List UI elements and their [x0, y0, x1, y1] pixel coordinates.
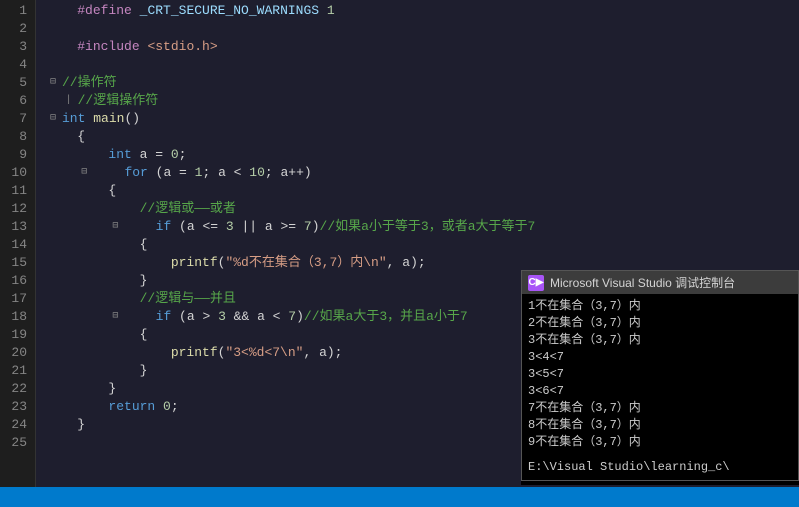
console-prompt-line: E:\Visual Studio\learning_c\	[528, 459, 792, 476]
console-window: C▶ Microsoft Visual Studio 调试控制台 1不在集合（3…	[521, 270, 799, 481]
fold-icon-13[interactable]: ⊟	[108, 220, 122, 234]
fold-icon-5[interactable]: ⊟	[46, 76, 60, 90]
code-line-11: {	[46, 182, 799, 200]
code-line-3: #include <stdio.h>	[46, 38, 799, 56]
code-line-14: {	[46, 236, 799, 254]
fold-icon-6[interactable]: |	[62, 94, 76, 108]
console-line-4: 3<4<7	[528, 349, 792, 366]
code-line-13: ⊟ if (a <= 3 || a >= 7)//如果a小于等于3，或者a大于等…	[46, 218, 799, 236]
fold-icon-18[interactable]: ⊟	[108, 310, 122, 324]
code-line-6: |//逻辑操作符	[46, 92, 799, 110]
console-line-9: 9不在集合（3,7）内	[528, 434, 792, 451]
console-line-2: 2不在集合（3,7）内	[528, 315, 792, 332]
console-line-1: 1不在集合（3,7）内	[528, 298, 792, 315]
code-line-2	[46, 20, 799, 38]
code-line-4	[46, 56, 799, 74]
console-output: 1不在集合（3,7）内 2不在集合（3,7）内 3不在集合（3,7）内 3<4<…	[522, 294, 798, 455]
console-title: Microsoft Visual Studio 调试控制台	[550, 274, 735, 291]
code-line-12: //逻辑或——或者	[46, 200, 799, 218]
code-line-8: {	[46, 128, 799, 146]
fold-icon-10[interactable]: ⊟	[77, 166, 91, 180]
code-line-5: ⊟//操作符	[46, 74, 799, 92]
code-line-7: ⊟int main()	[46, 110, 799, 128]
status-bar	[0, 487, 799, 507]
code-line-10: ⊟ for (a = 1; a < 10; a++)	[46, 164, 799, 182]
code-line-9: int a = 0;	[46, 146, 799, 164]
console-prompt: E:\Visual Studio\learning_c\	[522, 455, 798, 480]
console-line-8: 8不在集合（3,7）内	[528, 417, 792, 434]
code-line-1: #define _CRT_SECURE_NO_WARNINGS 1	[46, 2, 799, 20]
console-line-6: 3<6<7	[528, 383, 792, 400]
console-line-5: 3<5<7	[528, 366, 792, 383]
console-line-7: 7不在集合（3,7）内	[528, 400, 792, 417]
fold-icon-7[interactable]: ⊟	[46, 112, 60, 126]
line-numbers: 1 2 3 4 5 6 7 8 9 10 11 12 13 14 15 16 1…	[0, 0, 36, 507]
console-titlebar: C▶ Microsoft Visual Studio 调试控制台	[522, 271, 798, 294]
editor-container: 1 2 3 4 5 6 7 8 9 10 11 12 13 14 15 16 1…	[0, 0, 799, 507]
console-app-icon: C▶	[528, 275, 544, 291]
console-line-3: 3不在集合（3,7）内	[528, 332, 792, 349]
